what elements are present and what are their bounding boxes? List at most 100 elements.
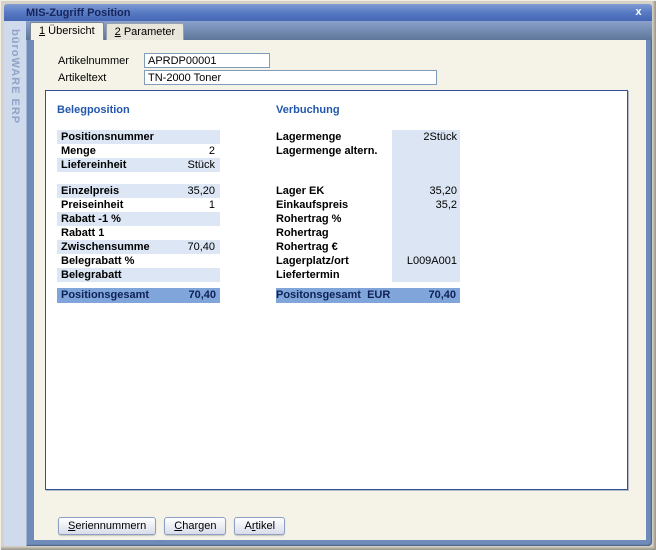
artikelnummer-input[interactable] — [144, 53, 270, 68]
dialog-frame: 1 Übersicht 2 Parameter Artikelnummer Ar… — [26, 21, 652, 546]
row-value — [392, 268, 457, 282]
value-cell: L009A001 — [392, 254, 460, 268]
artikelnummer-label: Artikelnummer — [58, 55, 144, 67]
table-row: Einzelpreis35,20 — [57, 184, 220, 198]
row-label: Liefereinheit — [57, 158, 187, 172]
table-row: Rohertrag € — [276, 240, 460, 254]
table-row — [276, 158, 460, 172]
detail-panel: Belegposition Positionsnummer Menge2 Lie… — [45, 90, 628, 490]
table-row: Liefertermin — [276, 268, 460, 282]
row-label: Preiseinheit — [57, 198, 209, 212]
belegposition-rows: Positionsnummer Menge2 LiefereinheitStüc… — [57, 130, 220, 282]
row-value: 2 — [392, 130, 429, 144]
table-row: Rohertrag — [276, 226, 460, 240]
row-label: Menge — [57, 144, 209, 158]
row-value: 70,40 — [187, 240, 220, 254]
row-label: Rohertrag € — [276, 240, 392, 254]
table-row: Einkaufspreis35,2 — [276, 198, 460, 212]
value-cell — [392, 268, 460, 282]
row-value: Stück — [187, 158, 220, 172]
value-cell: 2Stück — [392, 130, 460, 144]
row-spacer — [276, 172, 460, 184]
table-row: Positionsnummer — [57, 130, 220, 144]
chargen-button[interactable]: Chargen — [164, 517, 226, 535]
row-value — [392, 240, 457, 254]
table-row: Lagerplatz/ortL009A001 — [276, 254, 460, 268]
value-cell — [392, 212, 460, 226]
row-label: Lagermenge altern. — [276, 144, 392, 158]
row-label: Rabatt -1 % — [57, 212, 215, 226]
button-label: tikel — [256, 520, 276, 532]
button-label: A — [244, 520, 251, 532]
row-label: Liefertermin — [276, 268, 392, 282]
total-label: Positionsgesamt — [57, 288, 188, 303]
verbuchung-rows: Lagermenge2Stück Lagermenge altern. Lage… — [276, 130, 460, 282]
row-value — [215, 212, 220, 226]
section-title: Belegposition — [57, 104, 220, 118]
section-verbuchung: Verbuchung Lagermenge2Stück Lagermenge a… — [276, 104, 460, 303]
table-row: Belegrabatt % — [57, 254, 220, 268]
button-label: hargen — [182, 520, 216, 532]
row-label — [276, 158, 392, 172]
table-row: Lagermenge altern. — [276, 144, 460, 158]
row-label: Einkaufspreis — [276, 198, 392, 212]
row-label: Lagerplatz/ort — [276, 254, 392, 268]
row-value — [392, 226, 457, 240]
button-label: eriennummern — [75, 520, 146, 532]
window-title: MIS-Zugriff Position — [26, 7, 130, 19]
value-cell — [392, 158, 460, 172]
row-value — [392, 212, 457, 226]
table-row: Lager EK35,20 — [276, 184, 460, 198]
row-label: Lager EK — [276, 184, 392, 198]
row-unit: Stück — [429, 130, 457, 144]
row-value — [392, 158, 457, 172]
row-value: 1 — [209, 198, 220, 212]
value-cell — [392, 144, 460, 158]
section-title: Verbuchung — [276, 104, 460, 118]
table-row: Rabatt -1 % — [57, 212, 220, 226]
value-cell: 35,20 — [392, 184, 460, 198]
tab-parameter[interactable]: 2 Parameter — [106, 23, 185, 40]
table-row: Zwischensumme70,40 — [57, 240, 220, 254]
table-row: Lagermenge2Stück — [276, 130, 460, 144]
footer-buttons: Seriennummern Chargen Artikel — [34, 517, 646, 540]
row-label: Zwischensumme — [57, 240, 187, 254]
row-value: 2 — [209, 144, 220, 158]
table-row: Preiseinheit1 — [57, 198, 220, 212]
close-icon[interactable]: x — [631, 6, 646, 20]
table-row: Rohertrag % — [276, 212, 460, 226]
table-row: Rabatt 1 — [57, 226, 220, 240]
row-value — [215, 226, 220, 240]
row-value: 35,20 — [392, 184, 457, 198]
value-cell: 35,2 — [392, 198, 460, 212]
brand-text: büroWARE ERP — [9, 29, 21, 124]
total-row-belegposition: Positionsgesamt70,40 — [57, 288, 220, 303]
row-value — [215, 130, 220, 144]
row-label: Einzelpreis — [57, 184, 187, 198]
table-row: LiefereinheitStück — [57, 158, 220, 172]
total-row-verbuchung: Positonsgesamt EUR70,40 — [276, 288, 460, 303]
value-cell — [392, 226, 460, 240]
total-value: 70,40 — [428, 288, 460, 303]
app-window: MIS-Zugriff Position x büroWARE ERP 1 Üb… — [0, 0, 656, 550]
row-label: Belegrabatt — [57, 268, 215, 282]
row-label: Rohertrag % — [276, 212, 392, 226]
value-cell — [392, 240, 460, 254]
row-value: 35,2 — [392, 198, 457, 212]
seriennummern-button[interactable]: Seriennummern — [58, 517, 156, 535]
artikel-button[interactable]: Artikel — [234, 517, 285, 535]
total-value: 70,40 — [188, 288, 220, 303]
artikeltext-input[interactable] — [144, 70, 437, 85]
row-value — [215, 268, 220, 282]
row-value: 35,20 — [187, 184, 220, 198]
tab-uebersicht[interactable]: 1 Übersicht — [30, 22, 104, 40]
row-value — [392, 144, 457, 158]
tab-label: Übersicht — [45, 25, 95, 37]
row-label: Belegrabatt % — [57, 254, 215, 268]
total-label: Positonsgesamt EUR — [276, 288, 428, 303]
row-label: Lagermenge — [276, 130, 392, 144]
row-value — [215, 254, 220, 268]
field-row: Artikeltext — [58, 69, 646, 86]
tab-strip: 1 Übersicht 2 Parameter — [26, 21, 652, 40]
section-belegposition: Belegposition Positionsnummer Menge2 Lie… — [57, 104, 220, 303]
